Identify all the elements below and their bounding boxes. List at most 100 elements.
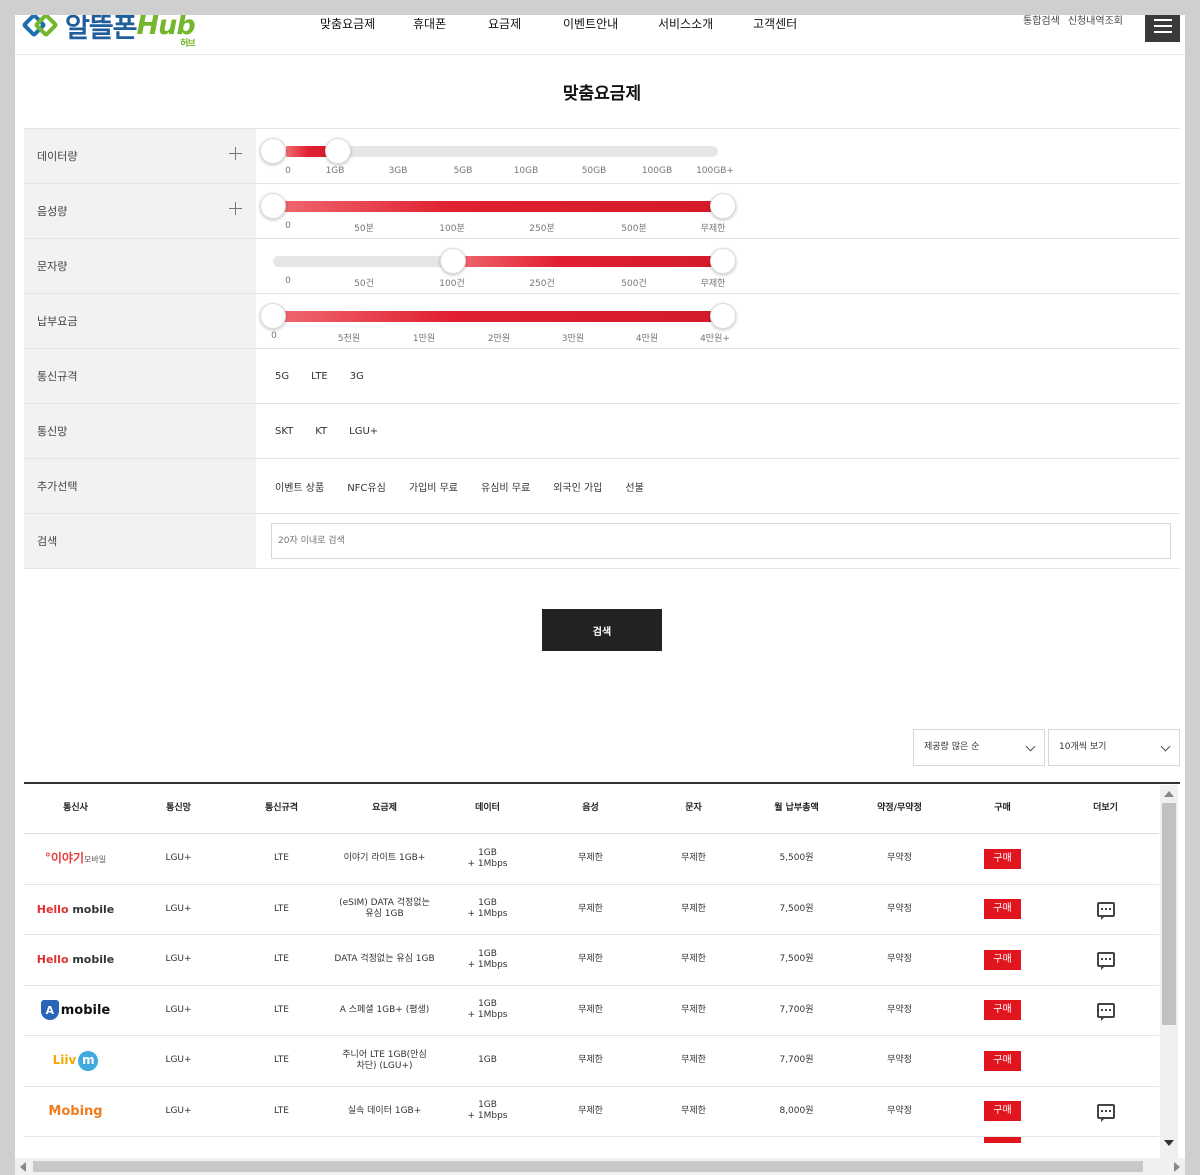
option-3g[interactable]: 3G: [350, 371, 364, 382]
plan-results-table: 통신사 통신망 통신규격 요금제 데이터 음성 문자 월 납부총액 약정/무약정…: [24, 782, 1180, 1160]
nav-item-event[interactable]: 이벤트안내: [563, 15, 658, 35]
carrier-logo-amobile: Amobile: [24, 986, 127, 1036]
slider-max-handle[interactable]: [710, 193, 736, 219]
scroll-right-arrow-icon[interactable]: [1174, 1162, 1180, 1172]
slider-tick: 0: [285, 166, 291, 176]
option-kt[interactable]: KT: [315, 426, 327, 437]
cell-plan[interactable]: A 스페셜 1GB+ (평생): [333, 986, 436, 1036]
expand-plus-icon[interactable]: [229, 147, 243, 161]
table-row[interactable]: Hello mobile LGU+ LTE DATA 걱정없는 유심 1GB 1…: [24, 935, 1159, 986]
cell-plan[interactable]: DATA 걱정없는 유심 1GB: [333, 935, 436, 985]
menu-icon[interactable]: [1145, 15, 1180, 42]
cell-data: 1GB: [478, 1055, 497, 1066]
col-more: 더보기: [1093, 803, 1118, 813]
util-history-link[interactable]: 신청내역조회: [1068, 15, 1123, 28]
util-links: 통합검색 신청내역조회: [1023, 15, 1123, 28]
table-row[interactable]: Amobile LGU+ LTE A 스페셜 1GB+ (평생) 1GB + 1M…: [24, 986, 1159, 1036]
table-row[interactable]: Mobing LGU+ LTE 실속 데이터 1GB+ 1GB + 1Mbps 무…: [24, 1087, 1159, 1137]
table-row[interactable]: °이야기모바일 LGU+ LTE 이야기 라이트 1GB+ 1GB + 1Mbps…: [24, 834, 1159, 885]
data-range-slider[interactable]: 0 1GB 3GB 5GB 10GB 50GB 100GB 100GB+: [256, 129, 1180, 183]
cell-price: 8,000원: [779, 1105, 814, 1116]
buy-button[interactable]: 구매: [984, 1000, 1021, 1021]
sort-order-select[interactable]: 제공량 많은 순: [913, 729, 1045, 766]
col-contract: 약정/무약정: [877, 803, 922, 813]
nav-item-service[interactable]: 서비스소개: [658, 15, 753, 35]
slider-min-handle[interactable]: [260, 303, 286, 329]
option-event[interactable]: 이벤트 상품: [275, 479, 324, 494]
chat-bubble-icon[interactable]: [1096, 1002, 1115, 1021]
chat-bubble-icon[interactable]: [1096, 1103, 1115, 1122]
search-button[interactable]: 검색: [542, 609, 662, 651]
slider-min-handle[interactable]: [260, 138, 286, 164]
option-skt[interactable]: SKT: [275, 426, 293, 437]
buy-button-partial[interactable]: [984, 1137, 1021, 1143]
option-prepaid[interactable]: 선불: [625, 479, 643, 494]
col-network: 통신망: [166, 803, 191, 813]
network-type-options: 5G LTE 3G: [275, 349, 364, 403]
chat-bubble-icon[interactable]: [1096, 952, 1115, 971]
per-page-select[interactable]: 10개씩 보기: [1048, 729, 1180, 766]
carrier-logo-hello: Hello mobile: [36, 902, 115, 916]
buy-button[interactable]: 구매: [984, 1050, 1021, 1071]
table-row[interactable]: Hello mobile LGU+ LTE (eSIM) DATA 걱정없는 유…: [24, 885, 1159, 935]
voice-range-slider[interactable]: 0 50분 100분 250분 500분 무제한: [256, 184, 1180, 238]
filter-label: 추가선택: [24, 459, 256, 513]
util-search-link[interactable]: 통합검색: [1023, 15, 1060, 28]
extra-options: 이벤트 상품 NFC유심 가입비 무료 유심비 무료 외국인 가입 선불: [275, 459, 644, 513]
sms-range-slider[interactable]: 0 50건 100건 250건 500건 무제한: [256, 239, 1180, 293]
cell-voice: 무제한: [578, 1055, 603, 1066]
option-free-join[interactable]: 가입비 무료: [409, 479, 458, 494]
cell-plan[interactable]: 실속 데이터 1GB+: [333, 1087, 436, 1137]
horizontal-scrollbar[interactable]: [15, 1158, 1185, 1175]
scroll-down-arrow-icon[interactable]: [1164, 1140, 1174, 1146]
vertical-scrollbar[interactable]: [1160, 785, 1178, 1160]
slider-max-handle[interactable]: [325, 138, 351, 164]
slider-max-handle[interactable]: [710, 248, 736, 274]
buy-button[interactable]: 구매: [984, 1101, 1021, 1122]
option-5g[interactable]: 5G: [275, 371, 289, 382]
expand-plus-icon[interactable]: [229, 202, 243, 216]
table-row[interactable]: Liiv m LGU+ LTE 주니어 LTE 1GB(안심차단) (LGU+) …: [24, 1036, 1159, 1087]
nav-item-phone[interactable]: 휴대폰: [413, 15, 488, 35]
option-lgu[interactable]: LGU+: [349, 426, 378, 437]
scroll-left-arrow-icon[interactable]: [20, 1162, 26, 1172]
cell-plan[interactable]: 주니어 LTE 1GB(안심차단) (LGU+): [333, 1036, 436, 1086]
slider-min-handle[interactable]: [260, 193, 286, 219]
cell-price: 7,700원: [779, 1004, 814, 1015]
slider-max-handle[interactable]: [710, 303, 736, 329]
cell-data: 1GB + 1Mbps: [467, 999, 508, 1021]
nav-item-custom-plan[interactable]: 맞춤요금제: [320, 15, 413, 35]
cell-network: LGU+: [165, 903, 192, 914]
scroll-thumb[interactable]: [1162, 803, 1176, 1025]
option-lte[interactable]: LTE: [311, 371, 328, 382]
cell-sms: 무제한: [681, 1004, 706, 1015]
cell-plan[interactable]: 이야기 라이트 1GB+: [333, 834, 436, 884]
browser-viewport: 알뜰폰 Hub 허브 맞춤요금제 휴대폰 요금제 이벤트안내 서비스소개 고객센터…: [15, 15, 1185, 1160]
cell-plan[interactable]: (eSIM) DATA 걱정없는 유심 1GB: [333, 885, 436, 935]
scroll-up-arrow-icon[interactable]: [1164, 791, 1174, 797]
nav-item-plan[interactable]: 요금제: [488, 15, 563, 35]
slider-min-handle[interactable]: [440, 248, 466, 274]
buy-button[interactable]: 구매: [984, 899, 1021, 920]
nav-item-support[interactable]: 고객센터: [753, 15, 833, 35]
option-free-usim[interactable]: 유심비 무료: [481, 479, 530, 494]
slider-tick: 0: [285, 221, 291, 231]
cell-data: 1GB + 1Mbps: [467, 1100, 508, 1122]
scroll-thumb[interactable]: [33, 1161, 1143, 1172]
filter-label: 검색: [24, 514, 256, 568]
chat-bubble-icon[interactable]: [1096, 901, 1115, 920]
option-foreigner[interactable]: 외국인 가입: [553, 479, 602, 494]
buy-button[interactable]: 구매: [984, 949, 1021, 970]
col-voice: 음성: [582, 803, 599, 813]
table-row[interactable]: [24, 1137, 1159, 1160]
keyword-search-input[interactable]: [271, 523, 1171, 559]
slider-tick: 250건: [529, 279, 555, 289]
slider-fill: [273, 311, 718, 322]
filter-row-search: 검색: [24, 514, 1180, 569]
fee-range-slider[interactable]: 0 5천원 1만원 2만원 3만원 4만원 4만원+: [256, 294, 1180, 348]
option-nfc[interactable]: NFC유심: [347, 479, 386, 494]
buy-button[interactable]: 구매: [984, 848, 1021, 869]
site-logo[interactable]: 알뜰폰 Hub 허브: [21, 15, 196, 49]
per-page-value: 10개씩 보기: [1059, 742, 1107, 752]
filter-label: 통신망: [24, 404, 256, 458]
